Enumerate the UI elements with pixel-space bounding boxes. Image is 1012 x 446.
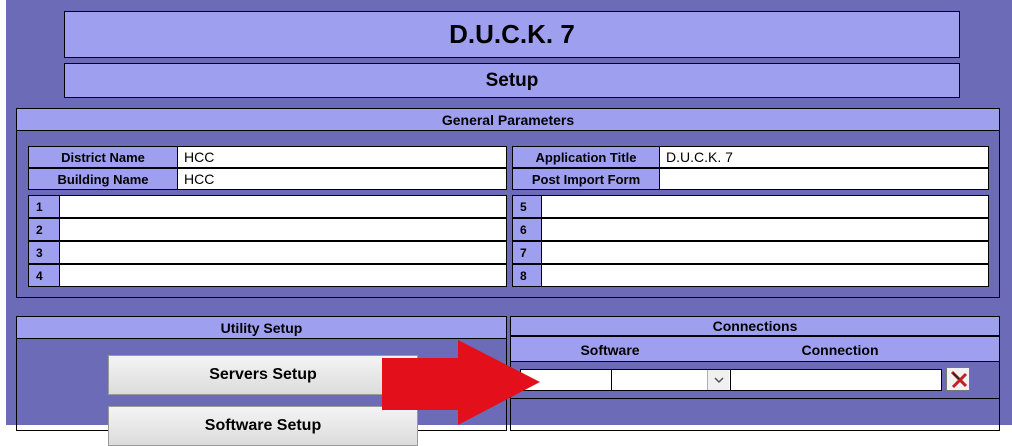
building-name-label: Building Name — [28, 168, 178, 190]
row-field[interactable] — [541, 264, 989, 287]
connection-field[interactable] — [730, 369, 942, 391]
application-title-field[interactable]: D.U.C.K. 7 — [659, 146, 989, 168]
row-number: 6 — [512, 218, 542, 241]
row-number: 4 — [28, 264, 60, 287]
row-field[interactable] — [541, 218, 989, 241]
row-number: 2 — [28, 218, 60, 241]
row-number: 7 — [512, 241, 542, 264]
row-field[interactable] — [59, 241, 507, 264]
building-name-field[interactable]: HCC — [177, 168, 507, 190]
post-import-form-label: Post Import Form — [512, 168, 660, 190]
row-field[interactable] — [59, 195, 507, 218]
district-name-label: District Name — [28, 146, 178, 168]
app-title: D.U.C.K. 7 — [64, 11, 960, 58]
software-setup-button[interactable]: Software Setup — [108, 406, 418, 446]
row-field[interactable] — [541, 241, 989, 264]
general-parameters-header: General Parameters — [16, 108, 1000, 131]
district-name-field[interactable]: HCC — [177, 146, 507, 168]
row-field[interactable] — [59, 264, 507, 287]
page-subtitle: Setup — [64, 63, 960, 98]
row-field[interactable] — [59, 218, 507, 241]
red-arrow-annotation — [382, 340, 540, 425]
connections-header: Connections — [510, 316, 1000, 336]
servers-setup-button[interactable]: Servers Setup — [108, 355, 418, 395]
delete-record-icon[interactable] — [946, 367, 970, 391]
connections-separator — [510, 398, 1000, 399]
chevron-down-icon[interactable] — [707, 370, 729, 390]
row-field[interactable] — [541, 195, 989, 218]
row-number: 3 — [28, 241, 60, 264]
post-import-form-field[interactable] — [659, 168, 989, 190]
row-number: 1 — [28, 195, 60, 218]
connection-column-header: Connection — [801, 342, 879, 358]
utility-setup-header: Utility Setup — [16, 316, 507, 339]
row-number: 5 — [512, 195, 542, 218]
application-title-label: Application Title — [512, 146, 660, 168]
row-number: 8 — [512, 264, 542, 287]
